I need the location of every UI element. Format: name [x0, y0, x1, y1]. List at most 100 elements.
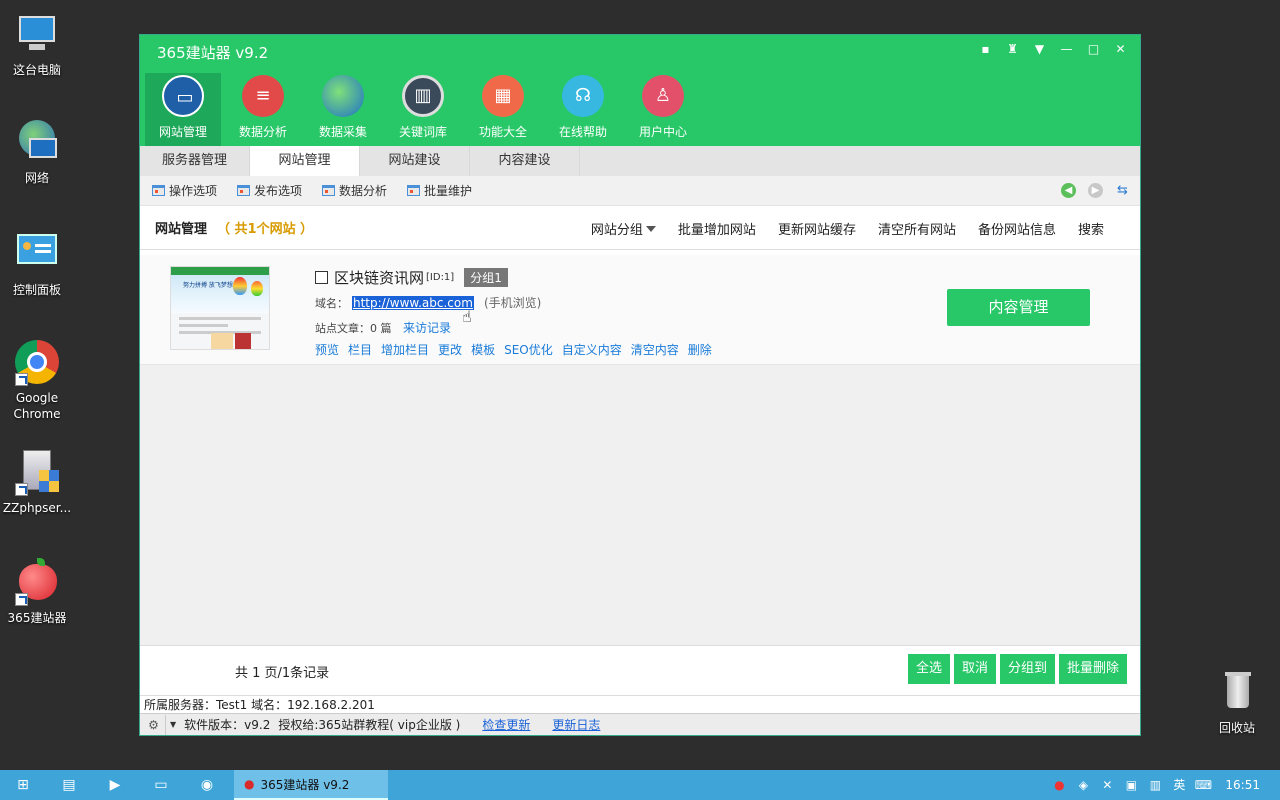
- sub-publish-options[interactable]: 发布选项: [237, 182, 302, 199]
- op-template[interactable]: 模板: [471, 341, 495, 358]
- backup-site-info-button[interactable]: 备份网站信息: [978, 219, 1056, 238]
- desktop-control-panel[interactable]: 控制面板: [0, 230, 74, 298]
- site-checkbox[interactable]: [315, 271, 328, 284]
- powershell-icon[interactable]: ▶: [92, 770, 138, 800]
- clock[interactable]: 16:51: [1225, 778, 1260, 792]
- caret-down-icon: [645, 225, 656, 232]
- system-tray: ● ◈ ✕ ▣ ▥ 英 ⌨ 16:51: [1047, 770, 1280, 800]
- stat-row: 站点文章：0 篇 来访记录: [315, 319, 451, 336]
- taskbar-app-365[interactable]: ● 365建站器 v9.2: [234, 770, 388, 800]
- nav-data-collection[interactable]: 数据采集: [305, 73, 381, 146]
- nav-user-center[interactable]: ♙ 用户中心: [625, 73, 701, 146]
- apple-tray-icon[interactable]: ●: [1047, 770, 1071, 800]
- article-count: 站点文章：0 篇: [315, 322, 392, 335]
- domain-label: 域名：: [315, 296, 348, 310]
- network-error-icon[interactable]: ▣: [1119, 770, 1143, 800]
- desktop-icon-label: Google Chrome: [13, 391, 61, 421]
- manager-header: 网站管理 （ 共1个网站 ） 网站分组 批量增加网站 更新网站缓存 清空所有网站…: [140, 206, 1140, 250]
- clear-all-sites-button[interactable]: 清空所有网站: [878, 219, 956, 238]
- nav-keyword-library[interactable]: ▥ 关键词库: [385, 73, 461, 146]
- main-nav: ▭ 网站管理 ≡ 数据分析 数据采集 ▥ 关键词库 ▦ 功能大全 ☊ 在线帮助: [145, 73, 705, 146]
- search-button[interactable]: 搜索: [1078, 219, 1104, 238]
- nav-data-analysis[interactable]: ≡ 数据分析: [225, 73, 301, 146]
- op-delete[interactable]: 删除: [688, 341, 712, 358]
- window-icon: [407, 185, 421, 196]
- sub-data-analysis[interactable]: 数据分析: [322, 182, 387, 199]
- windows-start-icon[interactable]: ⊞: [0, 770, 46, 800]
- app-window: 365建站器 v9.2 ▪ ♜ ▼ — □ ✕ ▭ 网站管理 ≡ 数据分析 数据…: [140, 35, 1140, 735]
- shirt-icon[interactable]: ♜: [1003, 40, 1022, 59]
- site-ops: 预览 栏目 增加栏目 更改 模板 SEO优化 自定义内容 清空内容 删除: [315, 341, 721, 358]
- back-icon[interactable]: ◀: [1061, 183, 1076, 198]
- tab-website-management[interactable]: 网站管理: [250, 146, 360, 176]
- update-cache-button[interactable]: 更新网站缓存: [778, 219, 856, 238]
- database-icon: ≡: [242, 75, 284, 117]
- op-add-column[interactable]: 增加栏目: [381, 341, 429, 358]
- desktop-365-builder[interactable]: 365建站器: [0, 558, 74, 626]
- sub-operation-options[interactable]: 操作选项: [152, 182, 217, 199]
- ime-indicator[interactable]: 英: [1167, 770, 1191, 800]
- nav-online-help[interactable]: ☊ 在线帮助: [545, 73, 621, 146]
- thumb-slogan: 努力拼搏 放飞梦想: [183, 282, 233, 289]
- window-icon: [322, 185, 336, 196]
- balloon-icon: [251, 281, 263, 296]
- nav-all-features[interactable]: ▦ 功能大全: [465, 73, 541, 146]
- desktop-zzphpserver[interactable]: ZZphpser...: [0, 448, 74, 516]
- maximize-icon[interactable]: □: [1084, 40, 1103, 59]
- site-header: 区块链资讯网 [ID:1] 分组1: [315, 267, 508, 288]
- batch-delete-button[interactable]: 批量删除: [1058, 654, 1127, 684]
- gear-icon[interactable]: ⚙: [142, 714, 166, 735]
- op-edit[interactable]: 更改: [438, 341, 462, 358]
- network-tray-icon[interactable]: ▥: [1143, 770, 1167, 800]
- nav-website-management[interactable]: ▭ 网站管理: [145, 73, 221, 146]
- sub-label: 批量维护: [424, 184, 473, 198]
- site-thumbnail[interactable]: 努力拼搏 放飞梦想: [170, 266, 270, 350]
- tab-bar: 服务器管理 网站管理 网站建设 内容建设: [140, 146, 1140, 176]
- tab-website-building[interactable]: 网站建设: [360, 146, 470, 176]
- op-custom-content[interactable]: 自定义内容: [562, 341, 622, 358]
- chrome-icon: [13, 338, 61, 386]
- site-url-link[interactable]: http://www.abc.com: [352, 295, 474, 310]
- chrome-taskbar-icon[interactable]: ◉: [184, 770, 230, 800]
- triangle-down-icon[interactable]: ▼: [170, 720, 176, 729]
- check-update-link[interactable]: 检查更新: [482, 716, 530, 733]
- tab-content-building[interactable]: 内容建设: [470, 146, 580, 176]
- close-icon[interactable]: ✕: [1111, 40, 1130, 59]
- op-seo[interactable]: SEO优化: [504, 341, 553, 358]
- desktop-this-pc[interactable]: 这台电脑: [0, 10, 74, 78]
- forward-icon[interactable]: ▶: [1088, 183, 1103, 198]
- keyboard-icon[interactable]: ⌨: [1191, 770, 1215, 800]
- desktop-chrome[interactable]: Google Chrome: [0, 338, 74, 422]
- site-card: 努力拼搏 放飞梦想 区块链资讯网 [ID:1] 分组1 域名： http://w…: [140, 255, 1140, 365]
- grid-icon: ▦: [482, 75, 524, 117]
- op-columns[interactable]: 栏目: [348, 341, 372, 358]
- taskbar-app-label: 365建站器 v9.2: [260, 777, 350, 792]
- batch-add-sites-button[interactable]: 批量增加网站: [678, 219, 756, 238]
- op-preview[interactable]: 预览: [315, 341, 339, 358]
- tab-server-management[interactable]: 服务器管理: [140, 146, 250, 176]
- content-management-button[interactable]: 内容管理: [947, 289, 1090, 326]
- update-log-link[interactable]: 更新日志: [552, 716, 600, 733]
- headset-icon: ☊: [562, 75, 604, 117]
- desktop-recycle-bin[interactable]: 回收站: [1200, 668, 1274, 736]
- server-manager-icon[interactable]: ▤: [46, 770, 92, 800]
- shield-tray-icon[interactable]: ◈: [1071, 770, 1095, 800]
- file-explorer-icon[interactable]: ▭: [138, 770, 184, 800]
- sub-batch-maintenance[interactable]: 批量维护: [407, 182, 472, 199]
- site-group-dropdown[interactable]: 网站分组: [569, 219, 656, 238]
- refresh-icon[interactable]: ⇆: [1115, 183, 1130, 198]
- minimize-icon[interactable]: —: [1057, 40, 1076, 59]
- menu-icon[interactable]: ▼: [1030, 40, 1049, 59]
- volume-muted-icon[interactable]: ✕: [1095, 770, 1119, 800]
- mobile-view-link[interactable]: (手机浏览): [484, 294, 541, 311]
- select-all-button[interactable]: 全选: [907, 654, 950, 684]
- desktop-icon-label: 365建站器: [7, 611, 67, 625]
- cancel-button[interactable]: 取消: [953, 654, 996, 684]
- op-clear-content[interactable]: 清空内容: [631, 341, 679, 358]
- feedback-icon[interactable]: ▪: [976, 40, 995, 59]
- move-to-group-button[interactable]: 分组到: [999, 654, 1055, 684]
- visit-log-link[interactable]: 来访记录: [403, 321, 451, 335]
- pager-text: 共 1 页/1条记录: [235, 666, 330, 681]
- network-icon: [13, 118, 61, 166]
- desktop-network[interactable]: 网络: [0, 118, 74, 186]
